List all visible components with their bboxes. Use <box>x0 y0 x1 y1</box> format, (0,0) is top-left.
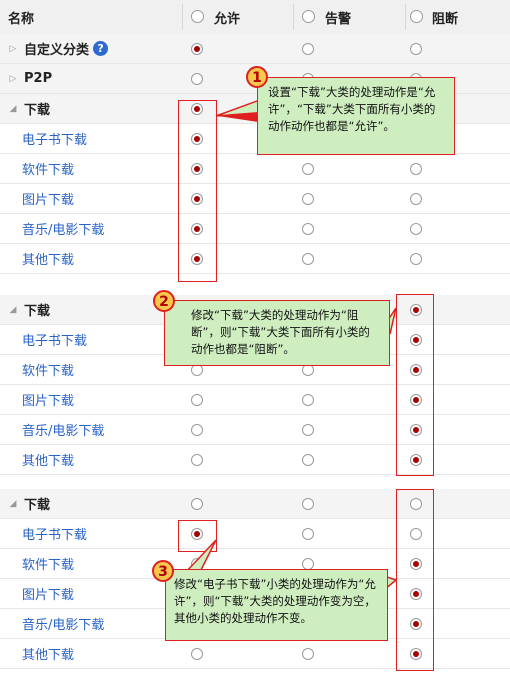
alert-radio[interactable] <box>302 223 314 235</box>
row-label: 下载 <box>24 103 51 118</box>
alert-radio[interactable] <box>302 394 314 406</box>
allow-radio[interactable] <box>191 73 203 85</box>
callout-2-text: 修改“下载”大类的处理动作为“阻断”，则“下载”大类下面所有小类的动作也都是“阻… <box>191 308 370 356</box>
allow-radio[interactable] <box>191 43 203 55</box>
alert-radio[interactable] <box>302 43 314 55</box>
subcategory-link[interactable]: 电子书下载 <box>0 519 87 548</box>
collapse-triangle-icon[interactable]: ◢ <box>6 499 20 509</box>
name-column-header: 名称 <box>8 12 35 27</box>
row-label: 电子书下载 <box>22 133 88 148</box>
subcategory-link[interactable]: 音乐/电影下载 <box>0 609 104 638</box>
subcategory-link[interactable]: 软件下载 <box>0 549 74 578</box>
row-label: 下载 <box>24 304 51 319</box>
subcategory-link[interactable]: 其他下载 <box>0 639 74 668</box>
row-label: 图片下载 <box>22 394 75 409</box>
block-all-radio[interactable] <box>410 10 423 23</box>
row-label: P2P <box>24 71 53 86</box>
subcategory-link[interactable]: 电子书下载 <box>0 124 87 153</box>
callout-3-text: 修改“电子书下载”小类的处理动作为“允许”，则“下载”大类的处理动作变为空，其他… <box>174 577 376 625</box>
expand-triangle-icon[interactable]: ▷ <box>6 44 20 54</box>
row-label: 电子书下载 <box>22 528 88 543</box>
row-label: 其他下载 <box>22 454 75 469</box>
row-label: 软件下载 <box>22 163 75 178</box>
table-row: 图片下载 <box>0 184 510 214</box>
allow-radio[interactable] <box>191 394 203 406</box>
allow-column-highlight <box>178 100 217 282</box>
alert-all-radio[interactable] <box>302 10 315 23</box>
row-label: 音乐/电影下载 <box>22 618 105 633</box>
allow-column-header: 允许 <box>214 12 241 27</box>
subcategory-link[interactable]: 图片下载 <box>0 385 74 414</box>
subcategory-link[interactable]: 音乐/电影下载 <box>0 415 104 444</box>
collapse-triangle-icon[interactable]: ◢ <box>6 305 20 315</box>
allow-radio[interactable] <box>191 648 203 660</box>
row-label: 自定义分类 <box>24 43 90 58</box>
block-radio[interactable] <box>410 223 422 235</box>
category-label[interactable]: ◢ 下载 <box>0 94 50 123</box>
callout-3: 修改“电子书下载”小类的处理动作为“允许”，则“下载”大类的处理动作变为空，其他… <box>165 569 388 641</box>
subcategory-link[interactable]: 软件下载 <box>0 355 74 384</box>
block-radio[interactable] <box>410 193 422 205</box>
alert-radio[interactable] <box>302 528 314 540</box>
row-label: 其他下载 <box>22 253 75 268</box>
category-label[interactable]: ◢ 下载 <box>0 295 50 324</box>
row-label: 音乐/电影下载 <box>22 223 105 238</box>
subcategory-link[interactable]: 音乐/电影下载 <box>0 214 104 243</box>
alert-radio[interactable] <box>302 193 314 205</box>
table-row: 软件下载 <box>0 154 510 184</box>
allow-radio[interactable] <box>191 454 203 466</box>
alert-radio[interactable] <box>302 163 314 175</box>
allow-radio[interactable] <box>191 424 203 436</box>
subcategory-link[interactable]: 其他下载 <box>0 445 74 474</box>
alert-radio[interactable] <box>302 498 314 510</box>
category-label[interactable]: ◢ 下载 <box>0 489 50 518</box>
subcategory-link[interactable]: 软件下载 <box>0 154 74 183</box>
expand-triangle-icon[interactable]: ▷ <box>6 74 20 84</box>
collapse-triangle-icon[interactable]: ◢ <box>6 104 20 114</box>
block-column-highlight-2 <box>396 489 434 671</box>
allow-radio[interactable] <box>191 498 203 510</box>
block-radio[interactable] <box>410 163 422 175</box>
callout-1: 设置“下载”大类的处理动作是“允许”，“下载”大类下面所有小类的动作动作也都是“… <box>257 77 455 155</box>
category-label[interactable]: ▷ P2P <box>0 64 53 93</box>
alert-radio[interactable] <box>302 648 314 660</box>
alert-radio[interactable] <box>302 424 314 436</box>
table-row: ▷ 自定义分类? <box>0 34 510 64</box>
allow-all-radio[interactable] <box>191 10 204 23</box>
callout-1-badge: 1 <box>246 66 268 88</box>
callout-2: 修改“下载”大类的处理动作为“阻断”，则“下载”大类下面所有小类的动作也都是“阻… <box>164 300 390 366</box>
table-header: 名称 允许 告警 阻断 <box>0 0 510 35</box>
row-label: 图片下载 <box>22 193 75 208</box>
subcategory-link[interactable]: 图片下载 <box>0 184 74 213</box>
block-column-header: 阻断 <box>432 12 459 27</box>
subcategory-link[interactable]: 其他下载 <box>0 244 74 273</box>
callout-2-badge: 2 <box>153 290 175 312</box>
ebook-allow-highlight <box>178 520 217 552</box>
row-label: 音乐/电影下载 <box>22 424 105 439</box>
row-label: 图片下载 <box>22 588 75 603</box>
callout-1-text: 设置“下载”大类的处理动作是“允许”，“下载”大类下面所有小类的动作动作也都是“… <box>268 85 436 133</box>
block-radio[interactable] <box>410 43 422 55</box>
alert-column-header: 告警 <box>325 12 352 27</box>
help-icon[interactable]: ? <box>93 41 109 56</box>
block-column-highlight <box>396 294 434 476</box>
row-label: 软件下载 <box>22 558 75 573</box>
row-label: 电子书下载 <box>22 334 88 349</box>
subcategory-link[interactable]: 电子书下载 <box>0 325 87 354</box>
subcategory-link[interactable]: 图片下载 <box>0 579 74 608</box>
block-radio[interactable] <box>410 253 422 265</box>
callout-3-badge: 3 <box>152 560 174 582</box>
table-row: 其他下载 <box>0 244 510 274</box>
table-row: 音乐/电影下载 <box>0 214 510 244</box>
row-label: 下载 <box>24 498 51 513</box>
row-label: 其他下载 <box>22 648 75 663</box>
alert-radio[interactable] <box>302 253 314 265</box>
alert-radio[interactable] <box>302 454 314 466</box>
row-label: 软件下载 <box>22 364 75 379</box>
category-label[interactable]: ▷ 自定义分类? <box>0 34 109 63</box>
